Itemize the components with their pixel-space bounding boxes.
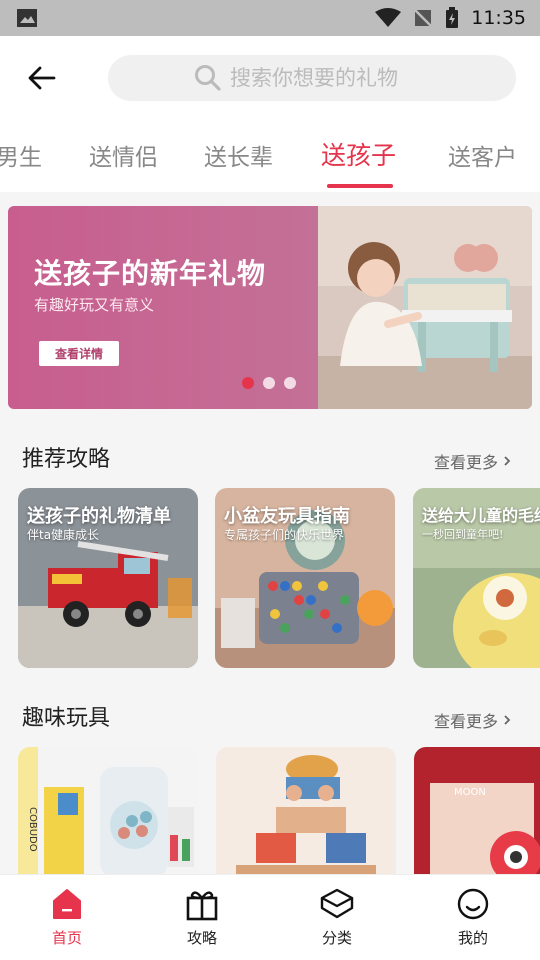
card-title: 小盆友玩具指南 bbox=[224, 506, 350, 527]
toy-card[interactable]: COBUDO bbox=[18, 747, 198, 874]
status-bar: 11:35 bbox=[0, 0, 540, 36]
smile-icon bbox=[457, 888, 489, 920]
recommend-more-link[interactable]: 查看更多 bbox=[434, 449, 512, 473]
nav-label-profile: 我的 bbox=[457, 929, 488, 947]
recommend-section-title: 推荐攻略 bbox=[22, 447, 111, 472]
guide-card[interactable]: 小盆友玩具指南 专属孩子们的快乐世界 bbox=[215, 488, 395, 668]
arrow-left-icon bbox=[28, 66, 56, 90]
banner-photo bbox=[318, 206, 532, 409]
promo-banner[interactable]: 送孩子的新年礼物 有趣好玩又有意义 查看详情 bbox=[8, 206, 532, 409]
brand-label: COBUDO bbox=[27, 807, 38, 852]
nav-label-guides: 攻略 bbox=[186, 929, 217, 947]
tab-kids[interactable]: 送孩子 bbox=[321, 136, 396, 172]
active-tab-indicator bbox=[327, 184, 393, 188]
banner-pagination bbox=[242, 377, 296, 389]
more-label: 查看更多 bbox=[433, 712, 498, 731]
brand-label: MOON bbox=[454, 787, 486, 798]
card-subtitle: 一秒回到童年吧! bbox=[422, 528, 504, 541]
clock: 11:35 bbox=[471, 7, 526, 29]
girl-piano-illustration bbox=[318, 206, 532, 409]
chevron-right-icon bbox=[504, 456, 511, 466]
nav-label-categories: 分类 bbox=[321, 929, 352, 947]
tab-couples[interactable]: 送情侣 bbox=[89, 138, 158, 172]
nav-categories[interactable]: 分类 bbox=[287, 887, 387, 948]
guide-card[interactable]: 送孩子的礼物清单 伴ta健康成长 bbox=[18, 488, 198, 668]
nav-home[interactable]: 首页 bbox=[17, 887, 117, 948]
recommend-card-list: 送孩子的礼物清单 伴ta健康成长 小盆友玩具指南 专属孩子们的快乐世界 送给大儿… bbox=[0, 488, 540, 668]
toy-card[interactable] bbox=[216, 747, 396, 874]
banner-subtitle: 有趣好玩又有意义 bbox=[34, 296, 155, 314]
search-input[interactable] bbox=[230, 66, 430, 90]
tab-elders[interactable]: 送长辈 bbox=[204, 138, 273, 172]
toy-card-list: COBUDO MOON bbox=[0, 747, 540, 874]
tab-boys[interactable]: 男生 bbox=[0, 138, 42, 172]
guide-card[interactable]: 送给大儿童的毛绒 一秒回到童年吧! bbox=[413, 488, 540, 668]
pagination-dot[interactable] bbox=[263, 377, 275, 389]
nav-guides[interactable]: 攻略 bbox=[152, 887, 252, 948]
view-details-button[interactable]: 查看详情 bbox=[39, 341, 119, 366]
no-signal-icon bbox=[414, 9, 433, 27]
tab-clients[interactable]: 送客户 bbox=[448, 138, 517, 172]
nav-profile[interactable]: 我的 bbox=[423, 887, 523, 948]
chevron-right-icon bbox=[504, 715, 511, 725]
gumball-machine-photo: COBUDO bbox=[18, 747, 198, 874]
toys-section-title: 趣味玩具 bbox=[22, 706, 111, 731]
card-subtitle: 伴ta健康成长 bbox=[27, 528, 100, 542]
toy-card[interactable]: MOON bbox=[414, 747, 540, 874]
wifi-icon bbox=[375, 8, 402, 27]
more-label: 查看更多 bbox=[433, 453, 498, 472]
toys-more-link[interactable]: 查看更多 bbox=[434, 708, 512, 732]
layers-icon bbox=[320, 888, 354, 919]
battery-charging-icon bbox=[446, 7, 459, 28]
card-title: 送给大儿童的毛绒 bbox=[422, 506, 540, 525]
back-button[interactable] bbox=[24, 62, 60, 94]
header bbox=[0, 36, 540, 120]
card-title: 送孩子的礼物清单 bbox=[27, 506, 171, 527]
banner-title: 送孩子的新年礼物 bbox=[34, 257, 267, 290]
pagination-dot[interactable] bbox=[284, 377, 296, 389]
home-icon bbox=[53, 889, 81, 919]
category-tabs: 男生 送情侣 送长辈 送孩子 送客户 bbox=[0, 120, 540, 192]
storybook-projector-photo: MOON bbox=[414, 747, 540, 874]
search-icon bbox=[195, 65, 221, 91]
card-subtitle: 专属孩子们的快乐世界 bbox=[224, 528, 345, 542]
gift-icon bbox=[186, 891, 218, 921]
image-icon bbox=[17, 9, 37, 27]
nav-label-home: 首页 bbox=[51, 929, 82, 947]
pagination-dot-active[interactable] bbox=[242, 377, 254, 389]
bottom-navigation: 首页 攻略 分类 我的 bbox=[0, 874, 540, 960]
search-bar[interactable] bbox=[108, 55, 516, 101]
balance-toy-photo bbox=[216, 747, 396, 874]
